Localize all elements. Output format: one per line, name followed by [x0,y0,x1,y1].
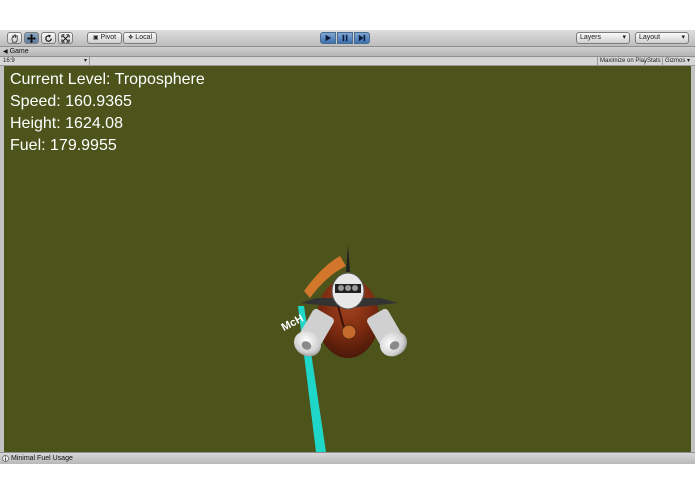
shuttle-tail-fin [346,244,350,272]
hud-height: Height: 1624.08 [10,115,123,132]
layout-dropdown[interactable]: Layout ▾ [635,32,689,44]
gizmos-label: Gizmos [665,58,686,64]
editor-window: ▣ Pivot ❖ Local Layers ▾ Layout ▾ ◀ Game [0,30,695,464]
game-viewport[interactable]: McH Current Level: Troposphere Speed: 16… [4,66,691,452]
game-view-controls: 16:9 ▾ Maximize on Play Stats Gizmos ▾ [0,57,695,66]
stats-toggle[interactable]: Stats [644,57,663,65]
layers-dropdown[interactable]: Layers ▾ [576,32,630,44]
hand-icon [11,34,18,43]
local-label: Local [135,34,153,41]
rotate-icon [45,34,52,42]
maximize-on-play-toggle[interactable]: Maximize on Play [597,57,649,65]
tab-bar: ◀ Game [0,47,695,57]
pivot-label: Pivot [100,34,117,41]
gizmos-dropdown[interactable]: Gizmos ▾ [662,57,692,65]
hud-speed: Speed: 160.9365 [10,93,132,110]
chevron-down-icon: ▾ [622,34,626,41]
pivot-icon: ▣ [92,35,99,41]
hand-tool-button[interactable] [7,32,22,44]
play-button[interactable] [320,32,336,44]
pause-button[interactable] [337,32,353,44]
status-bar: Minimal Fuel Usage [0,452,695,464]
chevron-down-icon: ▾ [83,58,87,64]
layout-label: Layout [639,34,661,41]
move-icon [27,34,36,43]
move-tool-button[interactable] [24,32,39,44]
hud-fuel: Fuel: 179.9955 [10,137,117,154]
game-tab-icon: ◀ [3,49,8,55]
play-icon [325,34,332,42]
shuttle-engine [345,285,351,291]
tab-game-label: Game [9,48,29,55]
maximize-label: Maximize on Play [600,58,648,64]
aspect-dropdown[interactable]: 16:9 ▾ [3,57,90,65]
step-button[interactable] [354,32,370,44]
tab-game[interactable]: ◀ Game [3,47,29,56]
chevron-down-icon: ▾ [687,58,691,64]
toolbar: ▣ Pivot ❖ Local Layers ▾ Layout ▾ [0,30,695,47]
shuttle-engine [338,285,344,291]
aspect-label: 16:9 [3,58,15,64]
scale-tool-button[interactable] [58,32,73,44]
tank-nozzle [341,324,357,340]
chevron-down-icon: ▾ [681,34,685,41]
info-icon [2,455,9,462]
pause-icon [342,34,348,42]
step-icon [358,34,366,42]
rotate-tool-button[interactable] [41,32,56,44]
pivot-toggle[interactable]: ▣ Pivot [87,32,122,44]
shuttle-engine [352,285,358,291]
local-icon: ❖ [127,35,134,41]
layers-label: Layers [580,34,602,41]
hud-current-level: Current Level: Troposphere [10,71,205,88]
local-toggle[interactable]: ❖ Local [123,32,157,44]
status-message[interactable]: Minimal Fuel Usage [11,454,73,463]
scale-icon [61,34,70,43]
stats-label: Stats [647,58,661,64]
